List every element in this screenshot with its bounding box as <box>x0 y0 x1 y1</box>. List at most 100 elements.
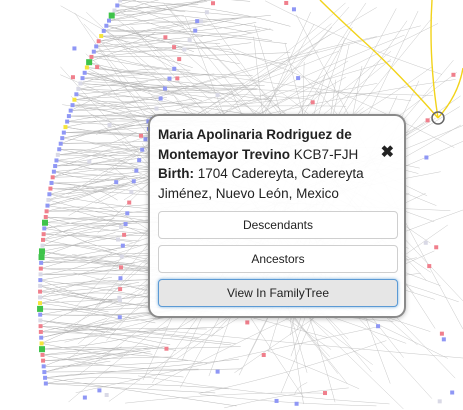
person-node[interactable] <box>424 155 429 160</box>
person-node[interactable] <box>450 390 455 395</box>
person-node[interactable] <box>42 370 47 375</box>
person-node[interactable] <box>86 59 93 66</box>
person-node[interactable] <box>172 66 177 71</box>
person-node[interactable] <box>47 192 52 197</box>
person-node[interactable] <box>38 312 43 317</box>
person-node[interactable] <box>74 92 79 97</box>
person-node[interactable] <box>310 100 315 105</box>
person-node[interactable] <box>43 375 48 380</box>
person-node[interactable] <box>162 86 167 91</box>
person-node[interactable] <box>193 28 198 33</box>
person-node[interactable] <box>38 278 43 283</box>
person-node[interactable] <box>427 264 432 269</box>
person-node[interactable] <box>117 315 122 320</box>
person-node[interactable] <box>441 337 446 342</box>
person-node[interactable] <box>423 240 428 245</box>
person-node[interactable] <box>44 209 49 214</box>
person-node[interactable] <box>118 287 123 292</box>
person-node[interactable] <box>182 47 187 52</box>
person-node[interactable] <box>215 93 220 98</box>
person-node[interactable] <box>211 1 216 6</box>
person-node[interactable] <box>46 197 51 202</box>
person-node[interactable] <box>323 391 328 396</box>
person-node[interactable] <box>112 8 117 13</box>
person-node[interactable] <box>291 7 296 12</box>
person-node[interactable] <box>127 200 132 205</box>
person-node[interactable] <box>97 388 102 393</box>
person-node[interactable] <box>139 133 144 138</box>
person-node[interactable] <box>38 254 45 261</box>
person-node[interactable] <box>434 245 439 250</box>
person-node[interactable] <box>41 237 46 242</box>
person-node[interactable] <box>425 118 430 123</box>
person-node[interactable] <box>53 164 58 169</box>
person-node[interactable] <box>195 19 200 24</box>
person-node[interactable] <box>70 103 75 108</box>
person-node[interactable] <box>163 35 168 40</box>
person-node[interactable] <box>39 260 44 265</box>
person-node[interactable] <box>95 65 100 70</box>
person-node[interactable] <box>72 97 77 102</box>
person-node[interactable] <box>41 358 46 363</box>
person-node[interactable] <box>43 215 48 220</box>
person-node[interactable] <box>60 136 65 141</box>
person-node[interactable] <box>245 320 250 325</box>
person-node[interactable] <box>38 329 43 334</box>
person-node[interactable] <box>261 352 266 357</box>
person-node[interactable] <box>104 393 109 398</box>
person-node[interactable] <box>294 401 299 406</box>
person-node[interactable] <box>122 232 127 237</box>
person-node[interactable] <box>38 266 43 271</box>
person-node[interactable] <box>65 119 70 124</box>
person-node[interactable] <box>140 147 145 152</box>
person-node[interactable] <box>41 232 46 237</box>
person-node[interactable] <box>82 395 87 400</box>
person-node[interactable] <box>38 289 43 294</box>
person-node[interactable] <box>82 70 87 75</box>
person-node[interactable] <box>89 54 94 59</box>
person-node[interactable] <box>215 369 220 374</box>
person-node[interactable] <box>120 243 125 248</box>
person-node[interactable] <box>37 305 44 312</box>
person-node[interactable] <box>43 381 48 386</box>
person-node[interactable] <box>115 3 120 8</box>
person-node[interactable] <box>158 96 163 101</box>
person-node[interactable] <box>167 76 172 81</box>
person-node[interactable] <box>172 45 177 50</box>
person-node[interactable] <box>123 222 128 227</box>
person-node[interactable] <box>94 44 99 49</box>
person-node[interactable] <box>38 324 43 329</box>
person-node[interactable] <box>108 12 115 19</box>
person-node[interactable] <box>76 86 81 91</box>
person-node[interactable] <box>58 141 63 146</box>
person-node[interactable] <box>99 34 104 39</box>
person-node[interactable] <box>39 335 44 340</box>
person-node[interactable] <box>87 159 92 164</box>
person-node[interactable] <box>198 19 203 24</box>
person-node[interactable] <box>38 248 45 255</box>
person-node[interactable] <box>101 28 106 33</box>
descendants-button[interactable]: Descendants <box>158 211 398 239</box>
person-node[interactable] <box>116 237 121 242</box>
person-node[interactable] <box>51 169 56 174</box>
person-node[interactable] <box>39 346 46 353</box>
person-node[interactable] <box>38 301 43 306</box>
person-node[interactable] <box>296 76 301 81</box>
person-node[interactable] <box>437 399 442 404</box>
person-node[interactable] <box>41 219 48 226</box>
person-node[interactable] <box>38 318 43 323</box>
person-node[interactable] <box>119 254 124 259</box>
person-node[interactable] <box>125 211 130 216</box>
person-node[interactable] <box>376 324 381 329</box>
person-node[interactable] <box>84 65 89 70</box>
person-node[interactable] <box>137 158 142 163</box>
person-node[interactable] <box>68 108 73 113</box>
person-node[interactable] <box>45 203 50 208</box>
person-node[interactable] <box>117 295 122 300</box>
person-node[interactable] <box>57 147 62 152</box>
close-icon[interactable]: ✖ <box>381 145 394 161</box>
person-node[interactable] <box>66 114 71 119</box>
person-node[interactable] <box>41 364 46 369</box>
person-node[interactable] <box>39 341 44 346</box>
person-node[interactable] <box>131 179 136 184</box>
